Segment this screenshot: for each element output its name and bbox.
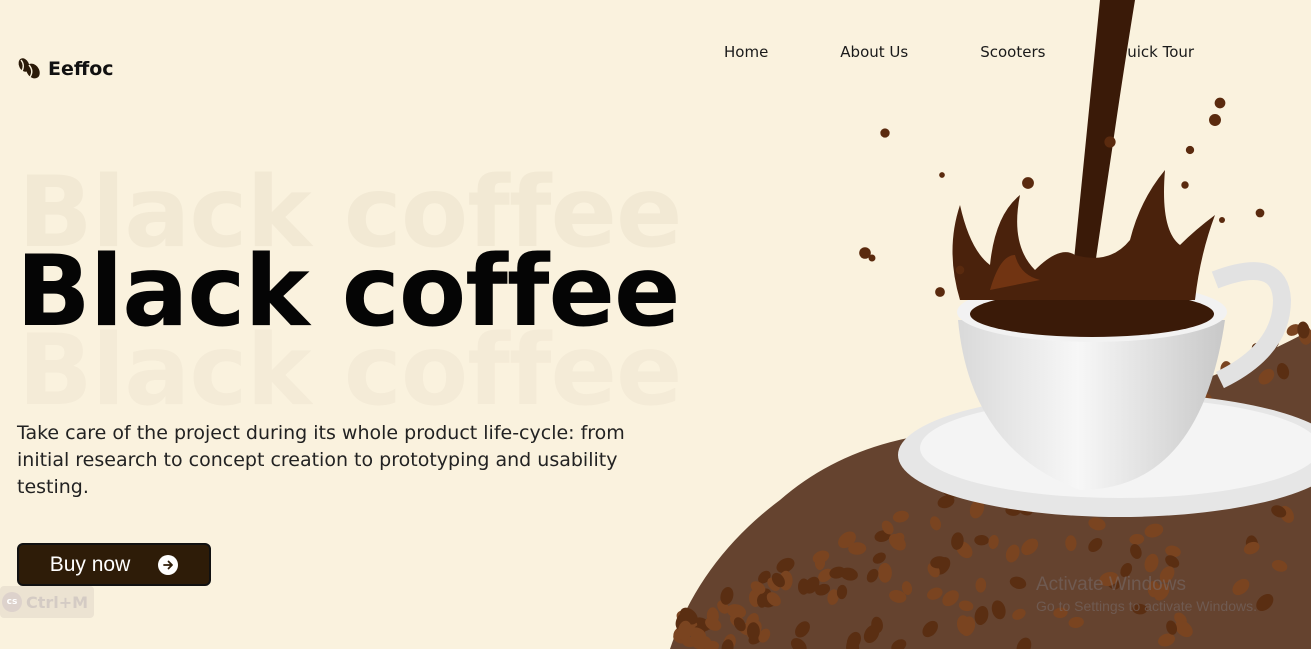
coffee-droplet — [1181, 181, 1189, 189]
coffee-droplet — [1214, 97, 1226, 109]
brand-name: Eeffoc — [48, 58, 114, 80]
arrow-right-icon — [158, 554, 179, 575]
watermark-subtitle: Go to Settings to activate Windows. — [1036, 598, 1257, 614]
coffee-droplet — [955, 265, 965, 275]
hero-description: Take care of the project during its whol… — [17, 422, 625, 498]
shortcut-hint: cs Ctrl+M — [0, 586, 94, 618]
coffee-cup-image — [670, 0, 1311, 649]
buy-now-label: Buy now — [49, 552, 131, 576]
coffee-droplet — [880, 128, 890, 138]
coffee-beans-icon — [18, 58, 40, 79]
coffee-droplet — [1022, 177, 1034, 189]
coffee-droplet — [1104, 136, 1116, 148]
coffee-droplet — [935, 287, 945, 297]
watermark-title: Activate Windows — [1036, 574, 1186, 595]
coffee-droplet — [1209, 114, 1221, 126]
buy-now-button[interactable]: Buy now — [17, 543, 211, 586]
coffee-droplet — [1185, 145, 1195, 155]
coffee-droplet — [1255, 208, 1265, 218]
os-activation-watermark: Activate Windows Go to Settings to activ… — [1036, 574, 1257, 614]
shortcut-label: Ctrl+M — [26, 592, 89, 612]
brand-logo[interactable]: Eeffoc — [16, 56, 114, 82]
coffee-droplet — [939, 172, 945, 178]
coffee-droplet — [859, 247, 871, 259]
shortcut-badge: cs — [2, 592, 22, 612]
coffee-droplet — [1218, 216, 1226, 224]
hero-title: Black coffee — [16, 235, 680, 349]
